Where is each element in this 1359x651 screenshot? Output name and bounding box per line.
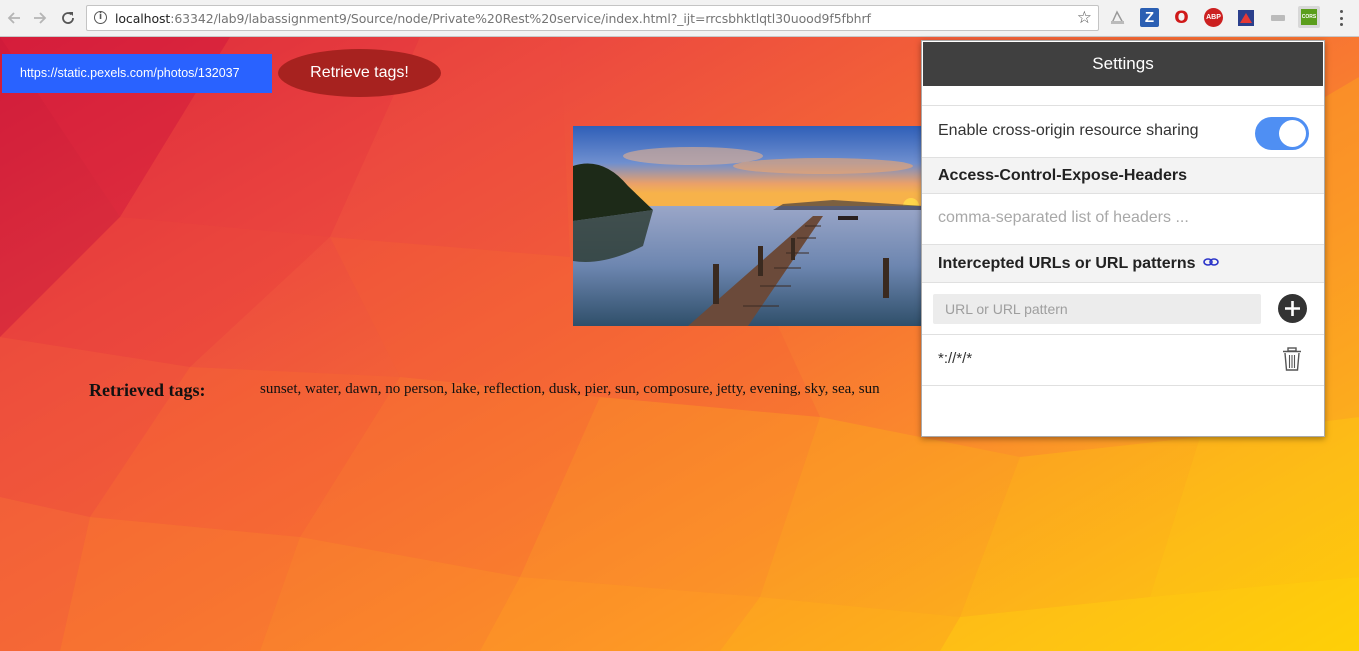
link-icon[interactable] bbox=[1203, 257, 1219, 267]
intercepted-urls-title: Intercepted URLs or URL patterns bbox=[938, 255, 1219, 273]
image-url-input[interactable]: https://static.pexels.com/photos/132037 bbox=[2, 54, 272, 93]
retrieved-tags-text: sunset, water, dawn, no person, lake, re… bbox=[260, 381, 880, 397]
url-text: localhost:63342/lab9/labassignment9/Sour… bbox=[115, 11, 871, 26]
bookmark-star-icon[interactable]: ☆ bbox=[1077, 8, 1092, 28]
enable-cors-toggle[interactable] bbox=[1255, 117, 1309, 150]
pattern-text: *://*/* bbox=[938, 350, 973, 367]
expose-headers-input[interactable]: comma-separated list of headers ... bbox=[938, 209, 1189, 227]
zotero-extension-icon[interactable]: Z bbox=[1140, 8, 1159, 27]
pdf-extension-icon[interactable] bbox=[1108, 8, 1127, 27]
forward-arrow-icon bbox=[34, 12, 47, 24]
add-pattern-row: URL or URL pattern bbox=[922, 282, 1324, 334]
retrieve-tags-button[interactable]: Retrieve tags! bbox=[278, 49, 441, 97]
toggle-knob bbox=[1279, 120, 1306, 147]
url-host: localhost bbox=[115, 11, 171, 26]
delete-pattern-button[interactable] bbox=[1282, 347, 1302, 376]
retrieved-tags-label: Retrieved tags: bbox=[89, 380, 206, 400]
expose-headers-title: Access-Control-Expose-Headers bbox=[938, 167, 1187, 184]
forward-button[interactable] bbox=[28, 6, 52, 30]
browser-toolbar: i localhost:63342/lab9/labassignment9/So… bbox=[0, 0, 1359, 37]
info-icon[interactable]: i bbox=[94, 11, 107, 24]
sunset-pier-photo bbox=[573, 126, 923, 326]
cors-settings-popup: Settings Enable cross-origin resource sh… bbox=[921, 40, 1325, 437]
expose-headers-section: Access-Control-Expose-Headers bbox=[922, 157, 1324, 193]
popup-divider bbox=[922, 385, 1324, 386]
pattern-list-item: *://*/* bbox=[922, 334, 1324, 385]
popup-title: Settings bbox=[923, 42, 1323, 86]
adblock-plus-extension-icon[interactable]: ABP bbox=[1204, 8, 1223, 27]
plus-icon bbox=[1285, 301, 1300, 316]
reload-button[interactable] bbox=[56, 6, 80, 30]
puzzle-extension-icon[interactable] bbox=[1236, 8, 1255, 27]
expose-headers-row: comma-separated list of headers ... bbox=[922, 193, 1324, 244]
generic-extension-icon[interactable] bbox=[1268, 8, 1287, 27]
enable-cors-label: Enable cross-origin resource sharing bbox=[938, 122, 1199, 139]
opera-extension-icon[interactable]: O bbox=[1172, 8, 1191, 28]
cors-extension-icon: CORS bbox=[1301, 9, 1317, 25]
add-pattern-button[interactable] bbox=[1278, 294, 1307, 323]
address-bar[interactable]: i localhost:63342/lab9/labassignment9/So… bbox=[86, 5, 1099, 31]
enable-cors-row: Enable cross-origin resource sharing bbox=[922, 105, 1324, 157]
trash-icon bbox=[1283, 347, 1301, 371]
intercepted-urls-section: Intercepted URLs or URL patterns bbox=[922, 244, 1324, 282]
browser-menu-icon[interactable] bbox=[1335, 8, 1347, 28]
url-pattern-input[interactable]: URL or URL pattern bbox=[933, 294, 1261, 324]
back-arrow-icon bbox=[7, 12, 20, 24]
back-button[interactable] bbox=[2, 6, 26, 30]
intercepted-urls-title-text: Intercepted URLs or URL patterns bbox=[938, 255, 1196, 272]
reload-icon bbox=[62, 12, 74, 24]
url-path: :63342/lab9/labassignment9/Source/node/P… bbox=[170, 11, 871, 26]
cors-extension-button[interactable]: CORS bbox=[1298, 6, 1320, 28]
